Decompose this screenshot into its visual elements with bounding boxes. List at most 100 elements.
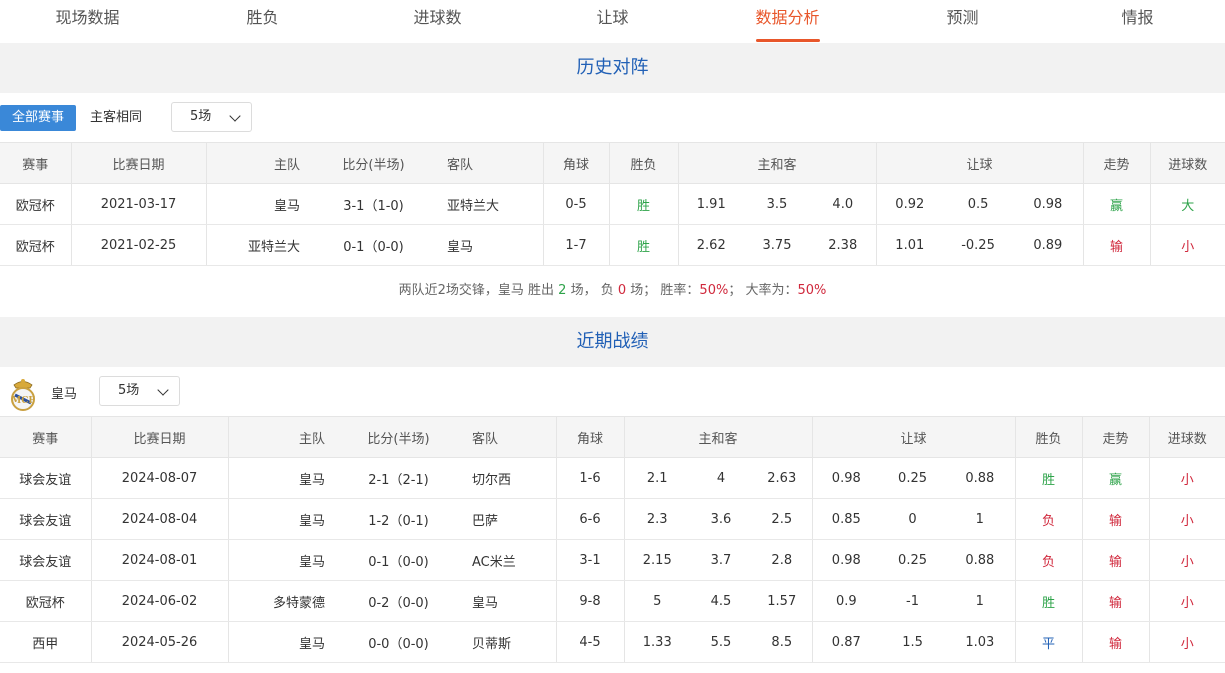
cell-odds-home: 2.15 [623, 539, 690, 581]
cell-score: 3-1（1-0) [306, 183, 441, 225]
col-league: 赛事 [0, 416, 91, 458]
summary-wins: 2 [558, 283, 567, 298]
table-row: 欧冠杯 2024-06-02 多特蒙德 0-2（0-0) 皇马 9-8 5 4.… [0, 580, 1225, 622]
cell-home: 皇马 [205, 183, 306, 225]
cell-odds-away: 2.5 [752, 498, 813, 540]
cell-hc-away: 1.03 [945, 621, 1016, 663]
cell-hc-away: 0.89 [1013, 224, 1084, 266]
cell-hc-away: 0.88 [945, 457, 1016, 499]
same-home-away-button[interactable]: 主客相同 [90, 105, 142, 131]
summary-win-rate: 50% [699, 283, 729, 298]
cell-date: 2024-06-02 [90, 580, 228, 622]
cell-hc-line: 0 [880, 498, 946, 540]
cell-odds-draw: 4.5 [690, 580, 752, 622]
cell-hc-line: -1 [880, 580, 946, 622]
cell-score: 1-2（0-1) [331, 498, 466, 540]
col-handicap: 让球 [875, 142, 1084, 184]
cell-hc-away: 0.98 [1013, 183, 1084, 225]
history-summary: 两队近2场交锋，皇马 胜出 2 场， 负 0 场； 胜率：50%； 大率为：50… [0, 266, 1225, 316]
chevron-down-icon [157, 384, 169, 396]
cell-odds-draw: 3.7 [690, 539, 752, 581]
cell-score: 0-2（0-0) [331, 580, 466, 622]
cell-hc-line: 1.5 [880, 621, 946, 663]
recent-count-value: 5场 [118, 383, 140, 398]
recent-count-select[interactable]: 5场 [99, 376, 180, 406]
cell-odds-away: 2.63 [752, 457, 813, 499]
svg-text:MCF: MCF [11, 396, 35, 406]
cell-odds-away: 2.8 [752, 539, 813, 581]
cell-result: 胜 [1014, 457, 1083, 499]
tab-win-lose[interactable]: 胜负 [175, 0, 350, 43]
cell-league: 球会友谊 [0, 539, 91, 581]
cell-away: 皇马 [466, 580, 556, 622]
table-row: 欧冠杯 2021-02-25 亚特兰大 0-1（0-0) 皇马 1-7 胜 2.… [0, 224, 1225, 266]
cell-odds-draw: 3.5 [744, 183, 810, 225]
cell-trend: 输 [1082, 224, 1151, 266]
cell-home: 皇马 [227, 621, 331, 663]
cell-date: 2021-03-17 [70, 183, 206, 225]
cell-score: 2-1（2-1) [331, 457, 466, 499]
cell-home: 皇马 [227, 539, 331, 581]
cell-odds-home: 1.33 [623, 621, 690, 663]
col-corner: 角球 [542, 142, 609, 184]
cell-trend: 输 [1081, 539, 1150, 581]
cell-result: 负 [1014, 498, 1083, 540]
col-trend: 走势 [1081, 416, 1150, 458]
cell-corner: 1-7 [542, 224, 609, 266]
col-score: 比分(半场) [306, 142, 441, 184]
col-away: 客队 [441, 142, 543, 184]
tab-handicap[interactable]: 让球 [525, 0, 700, 43]
history-filter-bar: 全部赛事 主客相同 5场 [0, 92, 1225, 142]
tab-prediction[interactable]: 预测 [875, 0, 1050, 43]
cell-home: 皇马 [227, 498, 331, 540]
cell-goals: 小 [1149, 224, 1225, 266]
cell-league: 球会友谊 [0, 457, 91, 499]
cell-away: 巴萨 [466, 498, 556, 540]
cell-goals: 小 [1148, 539, 1225, 581]
cell-goals: 大 [1149, 183, 1225, 225]
active-tab-indicator [756, 39, 820, 42]
col-goals: 进球数 [1148, 416, 1225, 458]
cell-odds-away: 8.5 [752, 621, 813, 663]
cell-home: 多特蒙德 [227, 580, 331, 622]
summary-text: ； 大率为： [728, 283, 798, 298]
tab-live-data[interactable]: 现场数据 [0, 0, 175, 43]
cell-away: 皇马 [441, 224, 543, 266]
cell-corner: 3-1 [555, 539, 624, 581]
cell-league: 欧冠杯 [0, 580, 91, 622]
col-corner: 角球 [555, 416, 624, 458]
cell-trend: 输 [1081, 498, 1150, 540]
cell-date: 2024-08-07 [90, 457, 228, 499]
col-score: 比分(半场) [331, 416, 466, 458]
tab-goals[interactable]: 进球数 [350, 0, 525, 43]
all-competitions-button[interactable]: 全部赛事 [0, 105, 76, 131]
recent-team-name: 皇马 [51, 387, 78, 402]
cell-trend: 输 [1081, 580, 1150, 622]
cell-odds-home: 2.1 [623, 457, 690, 499]
cell-hc-home: 0.9 [811, 580, 881, 622]
recent-table: 赛事 比赛日期 主队 比分(半场) 客队 角球 主和客 让球 胜负 走势 进球数… [0, 416, 1225, 663]
cell-odds-home: 2.3 [623, 498, 690, 540]
table-row: 球会友谊 2024-08-07 皇马 2-1（2-1) 切尔西 1-6 2.1 … [0, 457, 1225, 499]
cell-away: 切尔西 [466, 457, 556, 499]
table-row: 球会友谊 2024-08-04 皇马 1-2（0-1) 巴萨 6-6 2.3 3… [0, 498, 1225, 540]
table-row: 欧冠杯 2021-03-17 皇马 3-1（1-0) 亚特兰大 0-5 胜 1.… [0, 183, 1225, 225]
cell-hc-away: 1 [945, 580, 1016, 622]
cell-away: 贝蒂斯 [466, 621, 556, 663]
history-count-select[interactable]: 5场 [171, 102, 252, 132]
summary-losses: 0 [617, 283, 627, 298]
cell-hc-line: 0.5 [943, 183, 1014, 225]
history-header-row: 赛事 比赛日期 主队 比分(半场) 客队 角球 胜负 主和客 让球 走势 进球数 [0, 142, 1225, 184]
cell-league: 欧冠杯 [0, 224, 71, 266]
cell-score: 0-1（0-0) [331, 539, 466, 581]
cell-goals: 小 [1148, 621, 1225, 663]
cell-home: 皇马 [227, 457, 331, 499]
cell-odds-away: 1.57 [752, 580, 813, 622]
cell-odds-draw: 3.75 [744, 224, 810, 266]
cell-hc-home: 0.87 [811, 621, 881, 663]
cell-odds-draw: 3.6 [690, 498, 752, 540]
cell-corner: 6-6 [555, 498, 624, 540]
cell-corner: 1-6 [555, 457, 624, 499]
tab-data-analysis[interactable]: 数据分析 [700, 0, 875, 43]
tab-intel[interactable]: 情报 [1050, 0, 1225, 43]
